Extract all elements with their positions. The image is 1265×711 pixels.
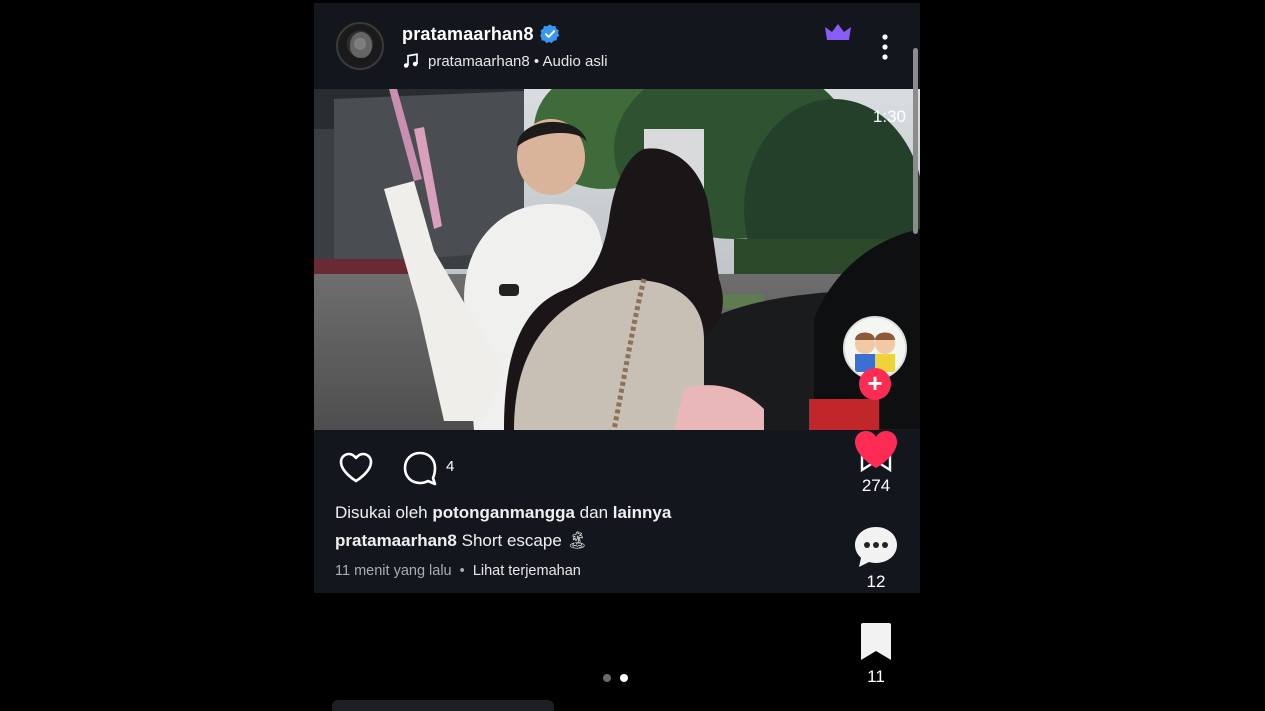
pager-dot[interactable] [603,674,611,682]
caption: pratamaarhan8 Short escape 🏝 [335,531,588,551]
scrollbar-thumb[interactable] [913,48,918,234]
bottom-handle [332,700,554,711]
music-note-icon [403,53,418,68]
heart-filled-icon[interactable] [853,430,899,470]
caption-username[interactable]: pratamaarhan8 [335,531,457,550]
liked-by-prefix: Disukai oleh [335,503,433,522]
timestamp: 11 menit yang lalu [335,563,452,579]
caption-text: Short escape 🏝 [456,531,589,550]
like-count: 274 [861,476,891,495]
side-comment-count: 12 [866,572,886,591]
carousel-pager [603,674,628,682]
liked-by-others[interactable]: lainnya [613,503,672,522]
save-count: 11 [867,667,885,686]
post-meta: 11 menit yang lalu • Lihat terjemahan [335,563,581,579]
verified-badge-icon [540,24,560,44]
pager-dot-active[interactable] [620,674,628,682]
video-duration: 1:30 [872,107,906,126]
comment-count: 4 [446,458,455,475]
translate-link[interactable]: Lihat terjemahan [473,563,581,579]
action-bar: 4 [336,448,636,488]
heart-outline-icon[interactable] [336,448,376,488]
video-player[interactable] [314,89,920,430]
meta-separator: • [459,563,465,579]
liked-by-user[interactable]: potonganmangga [432,503,575,522]
post-header: pratamaarhan8 pratamaarhan8 • Audio asli [314,3,920,89]
video-frame [314,89,920,430]
comment-icon[interactable] [400,448,440,488]
audio-label: pratamaarhan8 • Audio asli [428,52,608,70]
username[interactable]: pratamaarhan8 [402,24,534,45]
follow-plus-icon[interactable]: + [859,368,891,400]
audio-link[interactable]: pratamaarhan8 • Audio asli [402,52,608,70]
post-card: pratamaarhan8 pratamaarhan8 • Audio asli [314,3,920,593]
avatar[interactable] [336,22,384,70]
liked-by-suffix: dan [574,503,613,522]
liked-by-text: Disukai oleh potonganmangga dan lainnya [335,503,671,523]
save-bookmark-icon[interactable] [859,622,893,662]
comment-bubble-icon[interactable] [853,525,899,569]
